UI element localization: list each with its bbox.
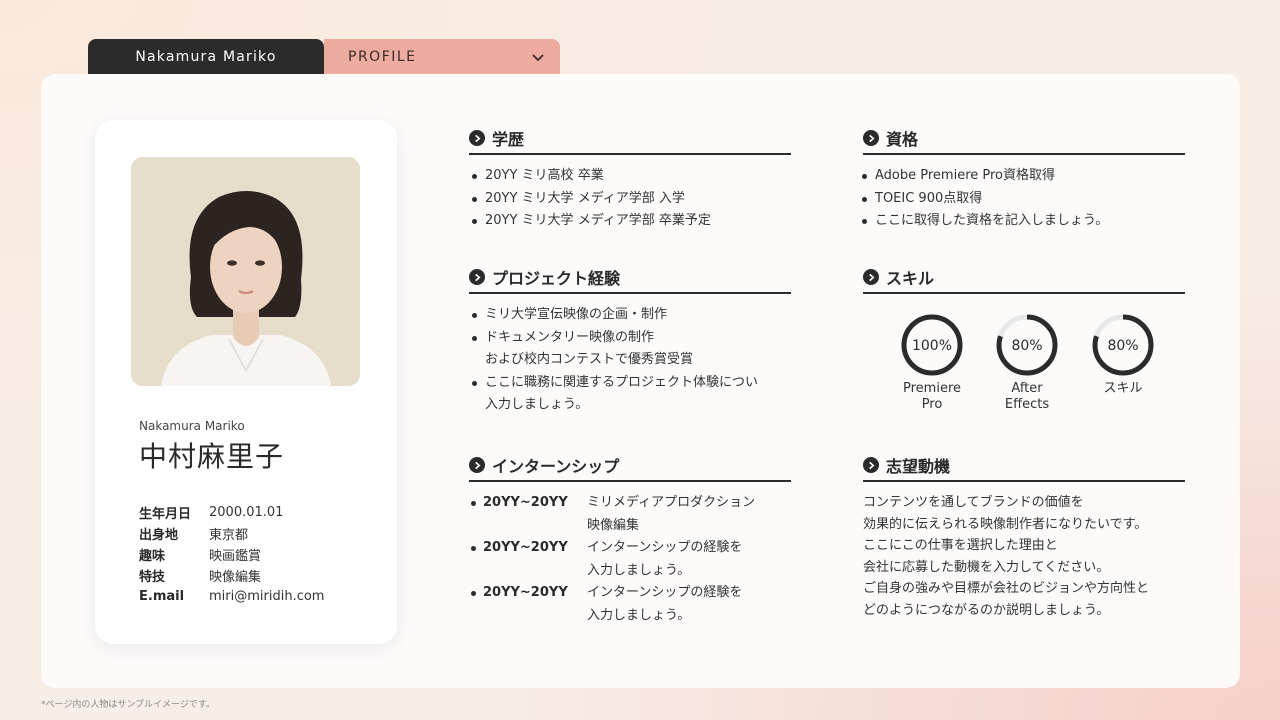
section-header: インターンシップ [469,450,791,482]
skill-item: 80% After Effects [987,312,1067,413]
profile-tab-label: PROFILE [348,49,417,65]
name-tab-label: Nakamura Mariko [135,49,277,65]
info-row-hometown: 出身地 東京都 [139,523,324,544]
list-item: TOEIC 900点取得 [859,188,1185,211]
skill-label: スキル [1103,381,1143,396]
intern-period: 20YY~20YY [483,585,568,600]
skill-item: 100% Premiere Pro [892,312,972,413]
name-roman: Nakamura Mariko [139,419,245,433]
project-list: ミリ大学宣伝映像の企画・制作 ドキュメンタリー映像の制作 および校内コンテストで… [469,304,791,417]
intern-desc: インターンシップの経験を 入力しましょう。 [587,585,743,623]
skill-label: Premiere Pro [903,381,961,412]
list-item: 20YY~20YY インターンシップの経験を 入力しましょう。 [469,537,791,582]
chevron-right-icon [469,269,485,285]
list-item: ここに職務に関連するプロジェクト体験につい 入力しましょう。 [469,372,791,417]
skill-rings: 100% Premiere Pro 80% After Effects 80% … [890,312,1170,422]
info-row-birthdate: 生年月日 2000.01.01 [139,502,324,523]
section-title: 学歴 [492,130,525,149]
chevron-right-icon [863,269,879,285]
education-list: 20YY ミリ高校 卒業 20YY ミリ大学 メディア学部 入学 20YY ミリ… [469,165,791,233]
skill-label: After Effects [1004,381,1050,412]
education-section: 学歴 20YY ミリ高校 卒業 20YY ミリ大学 メディア学部 入学 20YY… [469,123,791,233]
qualifications-section: 資格 Adobe Premiere Pro資格取得 TOEIC 900点取得 こ… [862,123,1185,233]
motivation-text: コンテンツを通してブランドの価値を 効果的に伝えられる映像制作者になりたいです。… [863,495,1150,618]
section-header: 資格 [863,123,1185,155]
list-item: 20YY ミリ高校 卒業 [469,165,791,188]
motivation-section: 志望動機 コンテンツを通してブランドの価値を 効果的に伝えられる映像制作者になり… [863,450,1185,621]
info-value: 2000.01.01 [209,505,284,520]
footnote: *ページ内の人物はサンプルイメージです。 [41,700,215,710]
section-title: 志望動機 [886,457,951,476]
info-label: E.mail [139,589,185,604]
info-value: 映画鑑賞 [209,549,262,564]
personal-info: 生年月日 2000.01.01 出身地 東京都 趣味 映画鑑賞 特技 映像編集 … [139,502,324,607]
profile-tab-dropdown[interactable]: PROFILE [324,39,560,75]
chevron-right-icon [863,130,879,146]
list-item: 20YY ミリ大学 メディア学部 卒業予定 [469,210,791,233]
intern-desc: ミリメディアプロダクション 映像編集 [587,495,756,533]
section-title: スキル [886,269,935,288]
name-kanji: 中村麻里子 [139,440,285,473]
section-header: プロジェクト経験 [469,262,791,294]
info-label: 特技 [139,570,166,585]
section-header: 志望動機 [863,450,1185,482]
list-item: ここに取得した資格を記入しましょう。 [859,210,1185,233]
skill-percent: 80% [1011,338,1042,354]
chevron-down-icon [532,54,544,62]
section-title: 資格 [886,130,919,149]
internship-list: 20YY~20YY ミリメディアプロダクション 映像編集 20YY~20YY イ… [469,492,791,627]
skill-ring: 80% [996,314,1058,376]
chevron-right-icon [469,130,485,146]
info-label: 出身地 [139,528,179,543]
section-header: 学歴 [469,123,791,155]
skill-ring: 100% [901,314,963,376]
skill-ring: 80% [1092,314,1154,376]
info-value: 映像編集 [209,570,262,585]
skills-section: スキル [863,262,1185,294]
section-header: スキル [863,262,1185,294]
section-title: インターンシップ [492,457,620,476]
intern-desc: インターンシップの経験を 入力しましょう。 [587,540,743,578]
skill-percent: 80% [1107,338,1138,354]
qualifications-list: Adobe Premiere Pro資格取得 TOEIC 900点取得 ここに取… [859,165,1185,233]
skill-percent: 100% [912,338,952,354]
list-item: Adobe Premiere Pro資格取得 [859,165,1185,188]
list-item: 20YY~20YY ミリメディアプロダクション 映像編集 [469,492,791,537]
profile-photo [131,157,360,386]
info-row-email: E.mail miri@miridih.com [139,586,324,607]
info-label: 趣味 [139,549,166,564]
internship-section: インターンシップ 20YY~20YY ミリメディアプロダクション 映像編集 20… [469,450,791,627]
section-title: プロジェクト経験 [492,269,621,288]
name-tab[interactable]: Nakamura Mariko [88,39,324,75]
list-item: 20YY ミリ大学 メディア学部 入学 [469,188,791,211]
info-row-special-skill: 特技 映像編集 [139,565,324,586]
project-section: プロジェクト経験 ミリ大学宣伝映像の企画・制作 ドキュメンタリー映像の制作 およ… [469,262,791,417]
portrait-image [131,157,360,386]
chevron-right-icon [863,457,879,473]
list-item: ドキュメンタリー映像の制作 および校内コンテストで優秀賞受賞 [469,327,791,372]
info-row-hobby: 趣味 映画鑑賞 [139,544,324,565]
list-item: ミリ大学宣伝映像の企画・制作 [469,304,791,327]
info-value: 東京都 [209,528,249,543]
intern-period: 20YY~20YY [483,495,568,510]
info-label: 生年月日 [139,507,192,522]
chevron-right-icon [469,457,485,473]
email-link[interactable]: miri@miridih.com [209,589,324,604]
list-item: 20YY~20YY インターンシップの経験を 入力しましょう。 [469,582,791,627]
intern-period: 20YY~20YY [483,540,568,555]
skill-item: 80% スキル [1083,312,1163,397]
